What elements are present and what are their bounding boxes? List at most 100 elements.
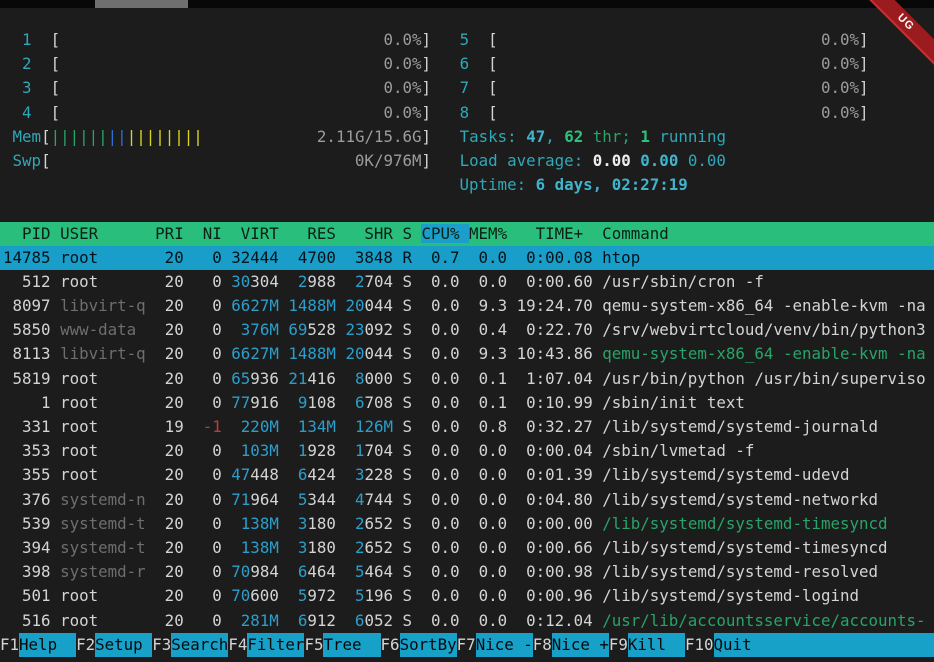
text-segment: 103M — [241, 441, 279, 460]
text-segment: 0.0% — [821, 78, 859, 97]
fkey-f3[interactable]: F3 — [152, 633, 171, 657]
text-segment: 0.0% — [383, 30, 421, 49]
process-row-331[interactable]: 331 root 19 -1 220M 134M 126M S 0.0 0.8 … — [0, 415, 934, 439]
text-segment — [431, 54, 460, 73]
text-segment — [3, 30, 22, 49]
process-row-8097[interactable]: 8097 libvirt-q 20 0 6627M 1488M 20044 S … — [0, 294, 934, 318]
text-segment — [60, 30, 383, 49]
fkey-label-f10[interactable]: Quit — [714, 633, 752, 657]
fkey-f4[interactable]: F4 — [228, 633, 247, 657]
swap-meter-load-row: Swp[ 0K/976M] Load average: 0.00 0.00 0.… — [0, 149, 934, 173]
text-segment: 984 — [250, 562, 298, 581]
process-row-501[interactable]: 501 root 20 0 70600 5972 5196 S 0.0 0.0 … — [0, 584, 934, 608]
text-segment — [3, 151, 13, 170]
text-segment: 044 S 0.0 9.3 10:43.86 — [364, 344, 602, 363]
text-segment: running — [650, 127, 726, 146]
text-segment: 6 — [298, 465, 308, 484]
fkey-f10[interactable]: F10 — [685, 633, 714, 657]
text-segment — [222, 417, 241, 436]
text-segment — [60, 103, 383, 122]
text-segment: 424 — [307, 465, 355, 484]
text-segment: 138M — [241, 514, 279, 533]
text-segment: 0.00 — [593, 151, 641, 170]
fkey-label-f5[interactable]: Tree — [323, 633, 380, 657]
text-segment: ] — [859, 103, 869, 122]
text-segment: 416 — [307, 369, 355, 388]
text-segment: , — [545, 127, 564, 146]
mem-meter-tasks-row: Mem[|||||||||||||||| 2.11G/15.6G] Tasks:… — [0, 125, 934, 149]
fkey-f1[interactable]: F1 — [0, 633, 19, 657]
text-segment: [ — [41, 127, 51, 146]
process-row-398[interactable]: 398 systemd-r 20 0 70984 6464 5464 S 0.0… — [0, 560, 934, 584]
fkey-label-f1[interactable]: Help — [19, 633, 76, 657]
fkey-label-f2[interactable]: Setup — [95, 633, 152, 657]
process-row-516[interactable]: 516 root 20 0 281M 6912 6052 S 0.0 0.0 0… — [0, 609, 934, 633]
text-segment: 052 S 0.0 0.0 0:12.04 — [364, 611, 602, 630]
process-row-539[interactable]: 539 systemd-t 20 0 138M 3180 2652 S 0.0 … — [0, 512, 934, 536]
text-segment: 8097 — [3, 296, 60, 315]
terminal-screen: 1 [ 0.0%] 5 [ 0.0%] 2 [ 0.0%] 6 [ 0.0%] … — [0, 0, 934, 662]
text-segment: 134M — [298, 417, 336, 436]
text-segment: 0.0% — [383, 54, 421, 73]
text-segment: 704 S 0.0 0.0 0:00.04 /sbin/lvmetad -f — [364, 441, 754, 460]
fkey-label-f3[interactable]: Search — [171, 633, 228, 657]
fkey-label-f9[interactable]: Kill — [628, 633, 685, 657]
text-segment: Swp — [13, 151, 42, 170]
debug-ribbon-band: UG — [853, 0, 934, 75]
text-segment — [32, 54, 51, 73]
text-segment — [431, 151, 460, 170]
text-segment: 20 0 — [146, 344, 232, 363]
text-segment: 220M — [241, 417, 279, 436]
process-row-394[interactable]: 394 systemd-t 20 0 138M 3180 2652 S 0.0 … — [0, 536, 934, 560]
fkey-f9[interactable]: F9 — [609, 633, 628, 657]
text-segment: 65 — [231, 369, 250, 388]
text-segment: systemd-r — [60, 562, 146, 581]
window-top-strip — [0, 0, 934, 8]
text-segment: [ — [488, 54, 498, 73]
text-segment — [498, 78, 821, 97]
process-row-1[interactable]: 1 root 20 0 77916 9108 6708 S 0.0 0.1 0:… — [0, 391, 934, 415]
fkey-f6[interactable]: F6 — [381, 633, 400, 657]
text-segment: 228 S 0.0 0.0 0:01.39 /lib/systemd/syste… — [364, 465, 849, 484]
fkey-f2[interactable]: F2 — [76, 633, 95, 657]
text-segment: 744 S 0.0 0.0 0:04.80 /lib/systemd/syste… — [364, 490, 878, 509]
fkey-label-f8[interactable]: Nice + — [552, 633, 609, 657]
process-row-14785[interactable]: 14785 root 20 0 32444 4700 3848 R 0.7 0.… — [0, 246, 934, 270]
process-row-8113[interactable]: 8113 libvirt-q 20 0 6627M 1488M 20044 S … — [0, 342, 934, 366]
fkey-label-f7[interactable]: Nice - — [476, 633, 533, 657]
table-column-headers[interactable]: PID USER PRI NI VIRT RES SHR S CPU% MEM%… — [0, 222, 934, 246]
process-row-5850[interactable]: 5850 www-data 20 0 376M 69528 23092 S 0.… — [0, 318, 934, 342]
text-segment: ] — [422, 127, 432, 146]
text-segment: 652 S 0.0 0.0 0:00.00 — [364, 514, 602, 533]
text-segment: 355 root 20 0 — [3, 465, 231, 484]
text-segment: 376 — [3, 490, 60, 509]
text-segment: 6627M — [231, 296, 279, 315]
fkey-f5[interactable]: F5 — [304, 633, 323, 657]
text-segment: 5850 — [3, 320, 60, 339]
process-row-376[interactable]: 376 systemd-n 20 0 71964 5344 4744 S 0.0… — [0, 488, 934, 512]
text-segment — [279, 344, 289, 363]
fkey-f8[interactable]: F8 — [533, 633, 552, 657]
text-segment: libvirt-q — [60, 296, 146, 315]
text-segment: 1 — [640, 127, 650, 146]
text-segment: 8113 — [3, 344, 60, 363]
process-row-5819[interactable]: 5819 root 20 0 65936 21416 8000 S 0.0 0.… — [0, 367, 934, 391]
text-segment: 972 — [307, 586, 355, 605]
text-segment: 6 — [355, 611, 365, 630]
process-row-512[interactable]: 512 root 20 0 30304 2988 2704 S 0.0 0.0 … — [0, 270, 934, 294]
text-segment: www-data — [60, 320, 146, 339]
text-segment: 1 — [22, 30, 32, 49]
text-segment — [279, 611, 298, 630]
text-segment — [279, 538, 298, 557]
text-segment: 5819 root 20 0 — [3, 369, 231, 388]
text-segment: 0K/976M — [355, 151, 422, 170]
fkey-f7[interactable]: F7 — [457, 633, 476, 657]
fkey-label-f6[interactable]: SortBy — [400, 633, 457, 657]
text-segment: 30 — [231, 272, 250, 291]
process-row-353[interactable]: 353 root 20 0 103M 1928 1704 S 0.0 0.0 0… — [0, 439, 934, 463]
text-segment: |||||| — [51, 127, 108, 146]
cpu-meter-row-2-6: 2 [ 0.0%] 6 [ 0.0%] — [0, 52, 934, 76]
process-row-355[interactable]: 355 root 20 0 47448 6424 3228 S 0.0 0.0 … — [0, 463, 934, 487]
text-segment: 1 — [355, 441, 365, 460]
fkey-label-f4[interactable]: Filter — [247, 633, 304, 657]
